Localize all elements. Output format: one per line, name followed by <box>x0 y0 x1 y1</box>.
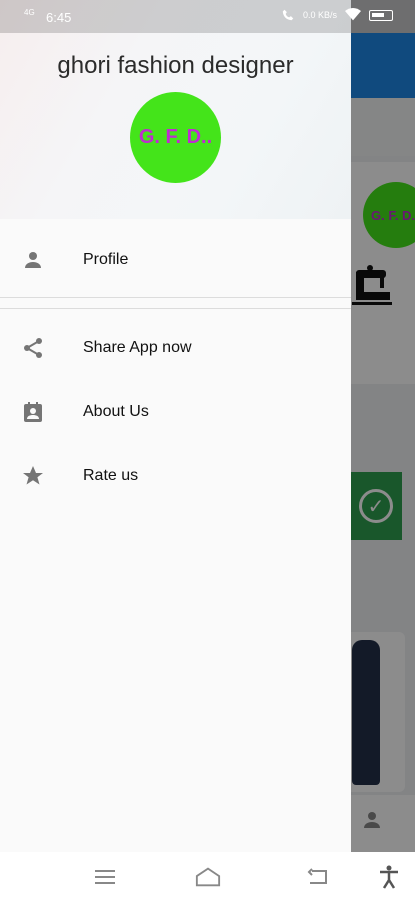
back-icon[interactable] <box>305 864 331 890</box>
battery-icon <box>369 9 393 21</box>
system-nav-bar <box>0 852 415 900</box>
accessibility-icon[interactable] <box>376 864 402 890</box>
star-icon <box>20 463 46 489</box>
home-icon[interactable] <box>195 864 221 890</box>
share-icon <box>20 335 46 361</box>
contact-card-icon <box>20 399 46 425</box>
status-bar: 4G 6:45 0.0 KB/s <box>0 0 415 33</box>
person-icon <box>20 247 46 273</box>
drawer-item-profile[interactable]: Profile <box>0 228 351 292</box>
drawer-item-label: Profile <box>83 251 129 268</box>
divider <box>0 297 351 298</box>
network-speed: 0.0 KB/s <box>302 10 337 20</box>
drawer-item-label: Share App now <box>83 339 192 356</box>
drawer-title: ghori fashion designer <box>57 52 294 79</box>
drawer-item-label: Rate us <box>83 467 139 484</box>
status-time: 6:45 <box>46 10 72 25</box>
menu-icon[interactable] <box>92 864 118 890</box>
call-icon <box>282 9 294 21</box>
network-indicator: 4G <box>24 8 35 17</box>
drawer-item-share[interactable]: Share App now <box>0 316 351 380</box>
divider <box>0 308 351 309</box>
navigation-drawer: ghori fashion designer G. F. D.. Profile… <box>0 0 351 852</box>
brand-logo: G. F. D.. <box>130 92 221 183</box>
wifi-icon <box>345 8 361 21</box>
drawer-item-rate[interactable]: Rate us <box>0 444 351 508</box>
drawer-item-about[interactable]: About Us <box>0 380 351 444</box>
drawer-item-label: About Us <box>83 403 149 420</box>
